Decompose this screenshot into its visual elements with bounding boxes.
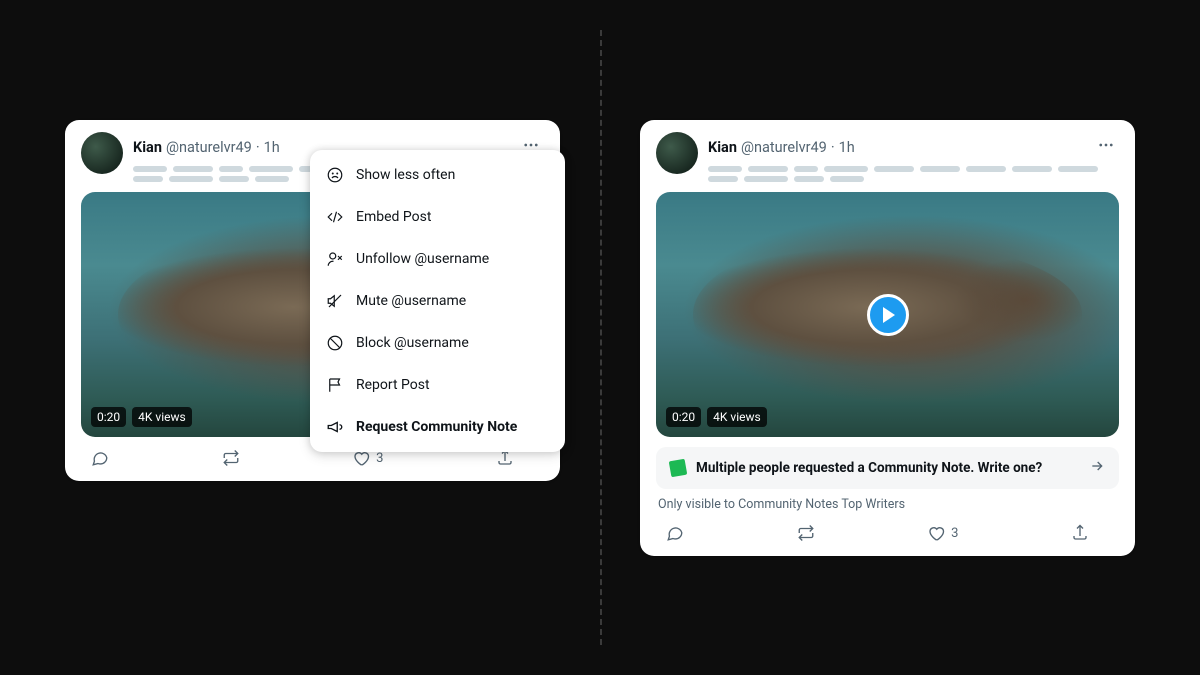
menu-block[interactable]: Block @username [310,322,565,364]
menu-report[interactable]: Report Post [310,364,565,406]
community-note-prompt[interactable]: Multiple people requested a Community No… [656,447,1119,489]
menu-request-community-note[interactable]: Request Community Note [310,406,565,448]
video-views-badge: 4K views [132,407,192,427]
share-button[interactable] [1071,524,1089,542]
like-count: 3 [951,526,958,541]
retweet-button[interactable] [222,449,240,467]
placeholder-text [708,166,1119,172]
post-media[interactable]: 0:20 4K views [656,192,1119,437]
play-button[interactable] [867,294,909,336]
post-card-left: Kian @naturelvr49 · 1h 0:20 [65,120,560,481]
reply-button[interactable] [91,449,109,467]
menu-mute[interactable]: Mute @username [310,280,565,322]
like-button[interactable]: 3 [927,524,958,542]
reply-button[interactable] [666,524,684,542]
vertical-divider [600,30,602,645]
video-views-badge: 4K views [707,407,767,427]
menu-unfollow[interactable]: Unfollow @username [310,238,565,280]
mute-icon [326,292,344,310]
arrow-right-icon [1089,458,1105,478]
video-duration-badge: 0:20 [91,407,126,427]
block-icon [326,334,344,352]
note-icon [669,459,688,478]
author-handle[interactable]: @naturelvr49 [741,139,827,156]
placeholder-text [708,176,1119,182]
like-count: 3 [376,451,383,466]
author-name[interactable]: Kian [133,139,162,156]
post-card-right: Kian @naturelvr49 · 1h [640,120,1135,556]
separator: · [256,139,260,156]
community-note-visibility: Only visible to Community Notes Top Writ… [656,497,1119,512]
megaphone-icon [326,418,344,436]
frown-icon [326,166,344,184]
post-time[interactable]: 1h [264,139,280,156]
menu-show-less[interactable]: Show less often [310,154,565,196]
retweet-button[interactable] [797,524,815,542]
avatar[interactable] [656,132,698,174]
flag-icon [326,376,344,394]
author-handle[interactable]: @naturelvr49 [166,139,252,156]
user-x-icon [326,250,344,268]
menu-embed[interactable]: Embed Post [310,196,565,238]
more-menu: Show less often Embed Post Unfollow @use… [310,150,565,452]
code-icon [326,208,344,226]
post-time[interactable]: 1h [839,139,855,156]
community-note-prompt-text: Multiple people requested a Community No… [696,460,1042,476]
avatar[interactable] [81,132,123,174]
author-name[interactable]: Kian [708,139,737,156]
separator: · [831,139,835,156]
video-duration-badge: 0:20 [666,407,701,427]
more-button[interactable] [1093,132,1119,162]
